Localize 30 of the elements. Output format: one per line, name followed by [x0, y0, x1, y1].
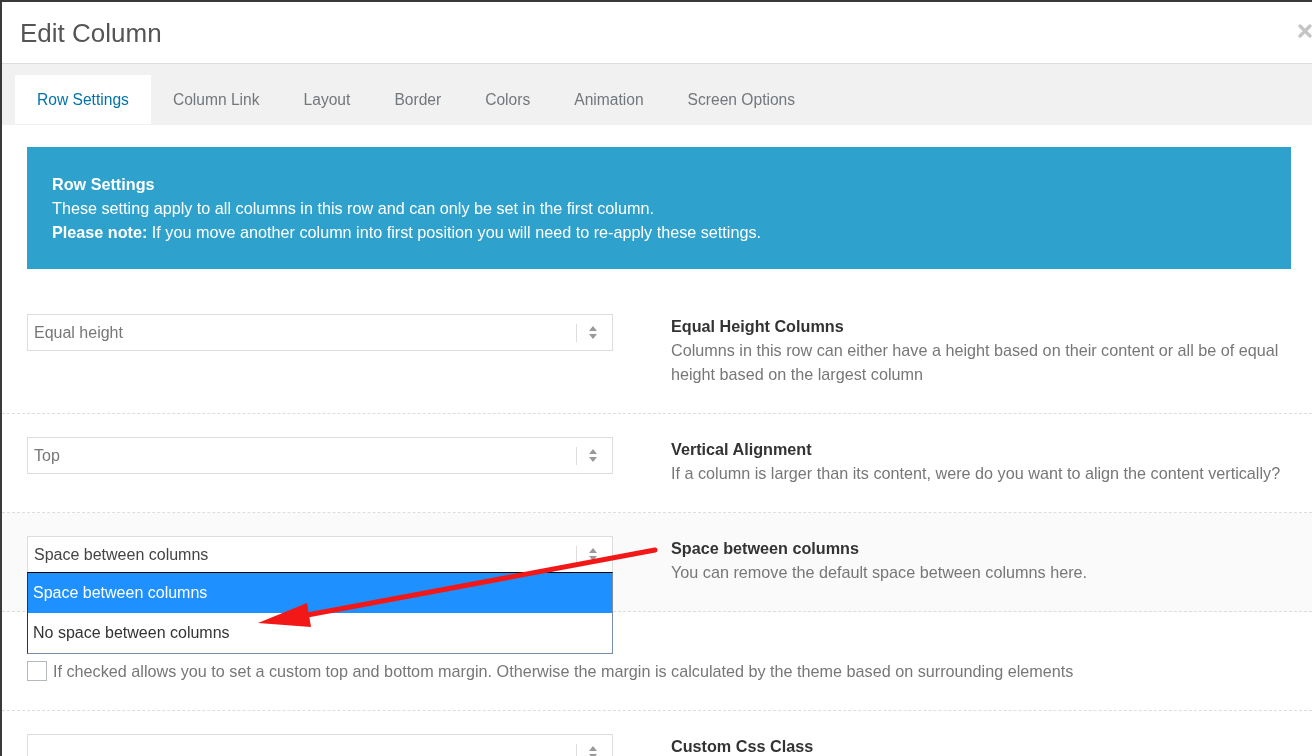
notice-text: These setting apply to all columns in this row and can only be set in the first column. — [52, 198, 655, 219]
updown-arrows-icon — [589, 326, 597, 339]
setting-description: If a column is larger than its content, were do you want to align the content vertically? — [671, 463, 1282, 484]
dropdown-option[interactable]: No space between columns — [28, 613, 612, 653]
select-field[interactable]: Space between columns — [27, 536, 613, 573]
select-field[interactable]: Top — [27, 437, 613, 474]
updown-arrows-icon — [589, 548, 597, 561]
setting-title: Vertical Alignment — [671, 439, 813, 460]
tab[interactable]: Colors — [463, 75, 553, 124]
setting-title: Equal Height Columns — [671, 316, 845, 337]
dialog-title: Edit Column — [20, 16, 162, 49]
setting-title: Custom Css Class — [671, 736, 815, 756]
setting-description: You can remove the default space between columns here. — [671, 562, 1089, 583]
setting-title: Space between columns — [671, 538, 860, 559]
setting-description: Columns in this row can either have a height based on their content or all be of equal height based on the largest column — [671, 340, 1280, 385]
tab[interactable]: Border — [372, 75, 464, 124]
tab[interactable]: Column Link — [150, 75, 282, 124]
updown-arrows-icon — [589, 449, 597, 462]
notice-note: Please note: If you move another column into first position you will need to re-apply these settings. — [52, 222, 763, 243]
tab[interactable]: Screen Options — [665, 75, 818, 124]
select-field[interactable]: Equal height — [27, 314, 613, 351]
updown-arrows-icon — [589, 746, 597, 756]
tab[interactable]: Layout — [281, 75, 373, 124]
checkbox[interactable] — [27, 661, 47, 681]
dropdown-option[interactable]: Space between columns — [28, 573, 612, 613]
close-icon[interactable] — [1298, 23, 1312, 38]
tab[interactable]: Animation — [552, 75, 666, 124]
tab[interactable]: Row Settings — [15, 75, 151, 124]
checkbox-description: If checked allows you to set a custom top and bottom margin. Otherwise the margin is calculated by the theme based on surrounding elements — [53, 661, 1074, 682]
notice-title: Row Settings — [52, 174, 156, 195]
